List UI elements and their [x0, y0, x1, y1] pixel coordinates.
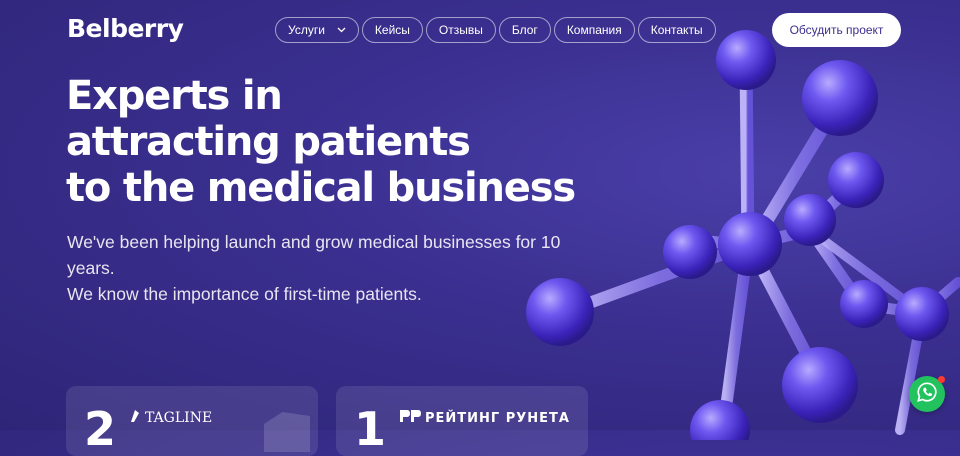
- subtitle-line: We've been helping launch and grow medic…: [67, 232, 561, 278]
- nav-item-cases[interactable]: Кейсы: [361, 17, 423, 43]
- hero-title-line: attracting patients: [66, 119, 471, 165]
- runet-rating-logo: РЕЙТИНГ РУНЕТА: [399, 409, 570, 427]
- hero-title: Experts in attracting patients to the me…: [66, 73, 576, 211]
- award-label: РЕЙТИНГ РУНЕТА: [425, 410, 570, 426]
- rr-logo-icon: [399, 409, 421, 427]
- notification-dot: [938, 376, 945, 383]
- award-card-runet-rating: 1 РЕЙТИНГ РУНЕТА: [336, 386, 588, 456]
- chevron-down-icon: [337, 27, 346, 33]
- award-badge-icon: [264, 412, 310, 452]
- whatsapp-chat-button[interactable]: [909, 376, 945, 412]
- hero-title-line: Experts in: [66, 73, 283, 119]
- nav-item-label: Услуги: [288, 23, 325, 37]
- hero-title-line: to the medical business: [66, 165, 576, 211]
- tagline-logo-icon: [129, 409, 141, 427]
- award-card-tagline: 2 TAGLINE: [66, 386, 318, 456]
- subtitle-line: We know the importance of first-time pat…: [67, 284, 422, 304]
- award-label: TAGLINE: [145, 410, 213, 426]
- tagline-logo: TAGLINE: [129, 409, 212, 427]
- whatsapp-icon: [916, 381, 938, 408]
- award-rank: 2: [84, 402, 117, 456]
- nav-item-services[interactable]: Услуги: [275, 17, 359, 43]
- brand-logo[interactable]: Belberry: [67, 14, 184, 43]
- hero-subtitle: We've been helping launch and grow medic…: [67, 229, 587, 307]
- award-rank: 1: [354, 402, 387, 456]
